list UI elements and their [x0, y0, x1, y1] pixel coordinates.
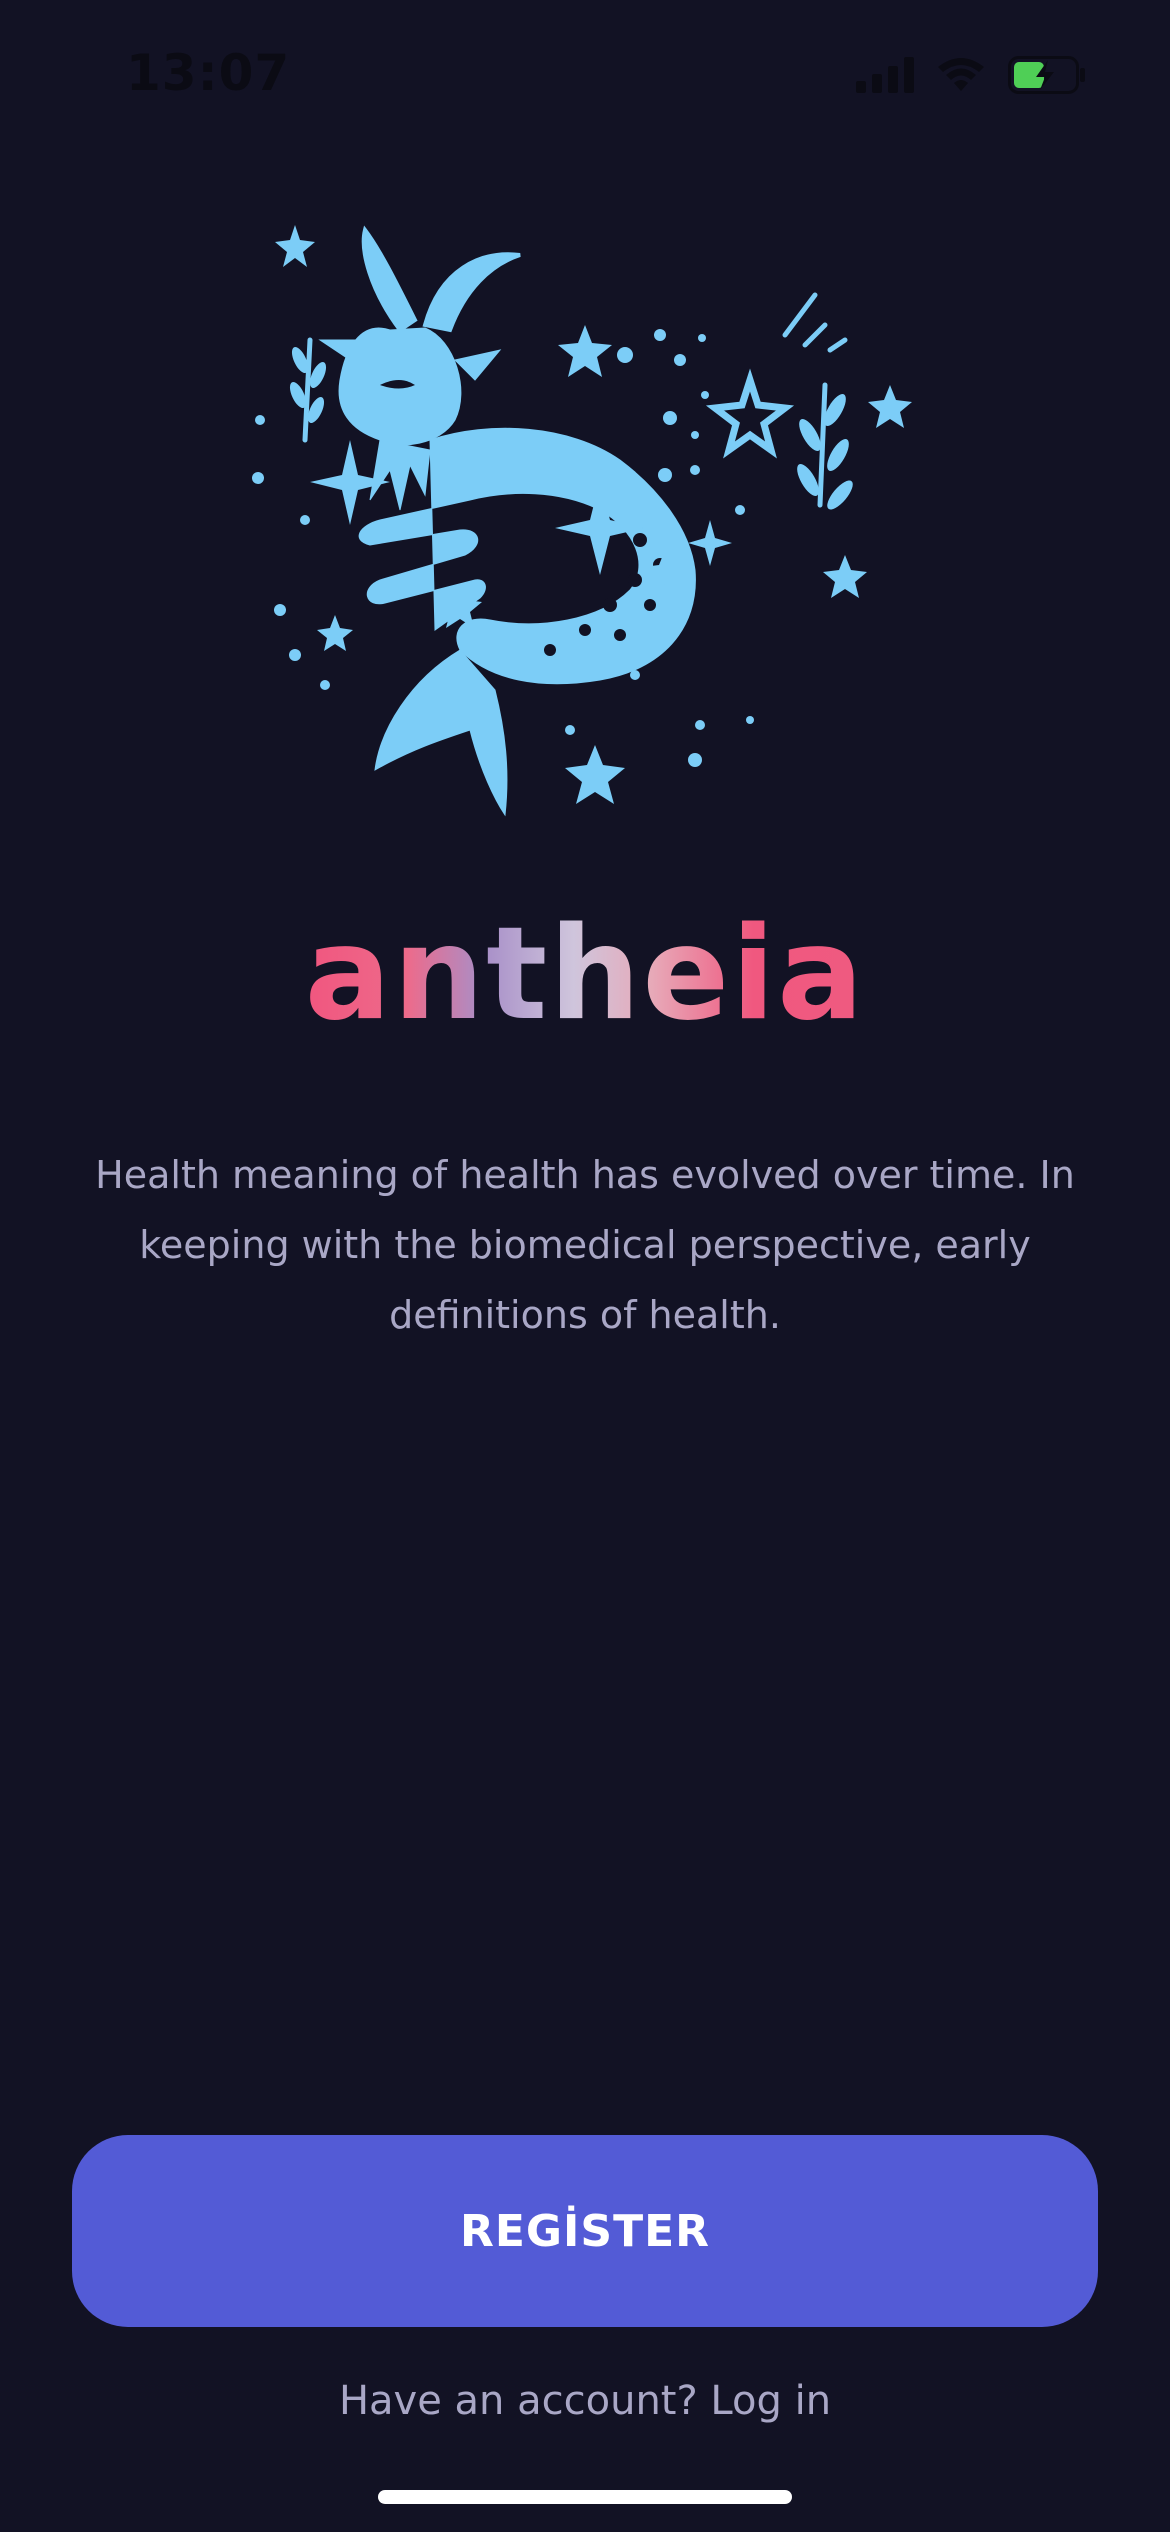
- brand-name: antheia: [304, 900, 866, 1049]
- onboarding-screen: 13:07 antheia Health meaning of health h…: [0, 0, 1170, 2532]
- register-button[interactable]: REGİSTER: [72, 2135, 1098, 2327]
- home-indicator: [378, 2490, 792, 2504]
- battery-charging-icon: [1008, 56, 1085, 94]
- onboarding-description: Health meaning of health has evolved ove…: [95, 1153, 1075, 1337]
- status-time: 13:07: [126, 44, 291, 102]
- login-link[interactable]: Have an account? Log in: [0, 2378, 1170, 2424]
- cellular-signal-icon: [856, 57, 914, 93]
- capricorn-sea-goat-icon: [252, 225, 912, 817]
- wifi-icon: [938, 58, 984, 91]
- brand-logo: antheia: [0, 904, 1170, 1046]
- status-bar: 13:07: [0, 0, 1170, 150]
- status-icons: [856, 56, 1086, 94]
